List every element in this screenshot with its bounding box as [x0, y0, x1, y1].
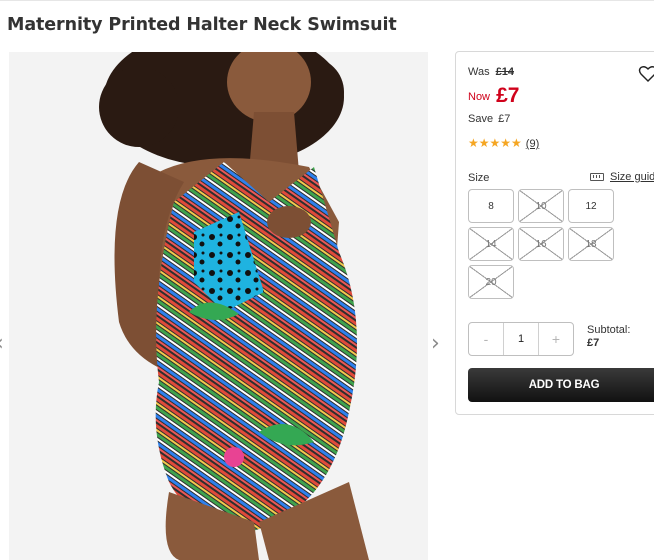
now-price: £7	[496, 84, 520, 107]
size-label: Size	[468, 172, 490, 184]
rating-stars[interactable]: ★★★★★ (9)	[468, 136, 539, 150]
ruler-icon	[590, 173, 604, 181]
review-count[interactable]: (9)	[526, 138, 539, 150]
quantity-decrease-button[interactable]: -	[469, 323, 503, 355]
was-label: Was	[468, 66, 490, 78]
was-price-row: Was £14	[468, 66, 514, 78]
subtotal-label: Subtotal:	[587, 324, 631, 336]
top-divider	[0, 0, 654, 1]
save-row: Save £7	[468, 113, 510, 125]
gallery-prev-arrow[interactable]: ‹	[0, 333, 4, 355]
product-image[interactable]	[9, 52, 428, 560]
product-purchase-panel: Was £14 Now £7 Save £7 ★★★★★ (9) Size Siz…	[455, 51, 654, 415]
now-label: Now	[468, 91, 491, 103]
save-label: Save	[468, 113, 494, 125]
size-option-18[interactable]: 18	[568, 227, 614, 261]
star-icons: ★★★★★	[468, 136, 522, 150]
subtotal-value: £7	[587, 337, 600, 349]
quantity-input[interactable]: 1	[503, 323, 539, 355]
quantity-increase-button[interactable]: +	[539, 323, 573, 355]
subtotal: Subtotal: £7	[587, 324, 630, 350]
size-option-16[interactable]: 16	[518, 227, 564, 261]
now-price-row: Now £7	[468, 84, 519, 108]
product-photo	[9, 52, 428, 560]
was-price: £14	[495, 66, 515, 78]
heart-icon[interactable]	[638, 64, 654, 84]
size-option-20[interactable]: 20	[468, 265, 514, 299]
size-option-8[interactable]: 8	[468, 189, 514, 223]
size-option-14[interactable]: 14	[468, 227, 514, 261]
save-amount: £7	[498, 113, 511, 125]
product-title: Maternity Printed Halter Neck Swimsuit	[7, 15, 397, 35]
size-guide-label: Size guide	[610, 171, 654, 183]
size-option-12[interactable]: 12	[568, 189, 614, 223]
gallery-next-arrow[interactable]: ›	[431, 333, 440, 355]
size-guide-link[interactable]: Size guide	[590, 171, 654, 183]
size-option-10[interactable]: 10	[518, 189, 564, 223]
quantity-stepper: - 1 +	[468, 322, 574, 356]
add-to-bag-button[interactable]: ADD TO BAG	[468, 368, 654, 402]
